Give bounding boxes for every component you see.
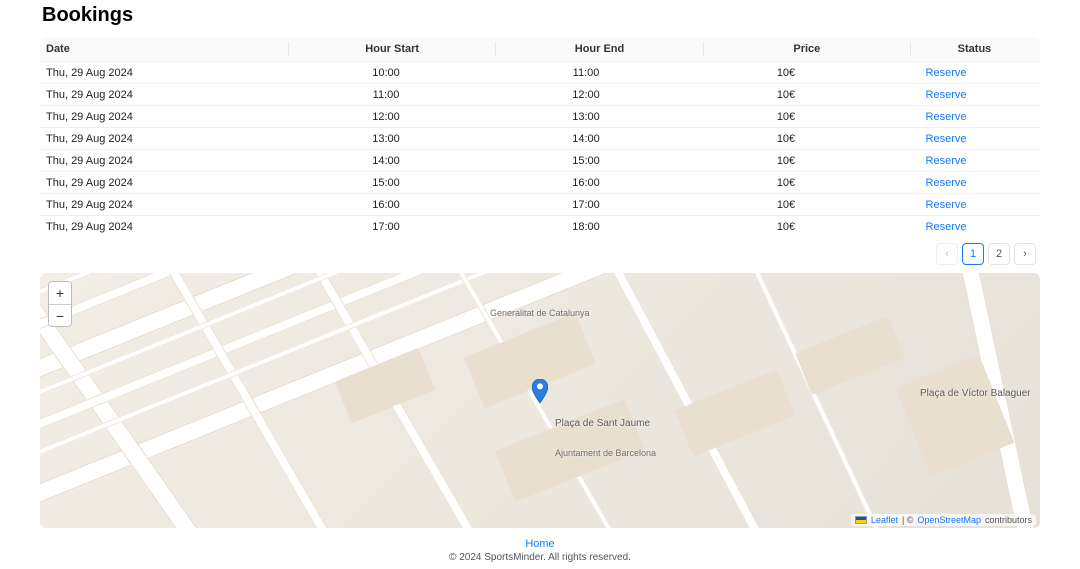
cell-price: 10€ [686, 199, 886, 211]
cell-date: Thu, 29 Aug 2024 [46, 177, 286, 189]
bookings-table: Date Hour Start Hour End Price Status Th… [40, 37, 1040, 237]
cell-start: 13:00 [286, 133, 486, 145]
cell-status: Reserve [886, 221, 1006, 233]
table-body: Thu, 29 Aug 202410:0011:0010€ReserveThu,… [40, 61, 1040, 237]
openstreetmap-link[interactable]: OpenStreetMap [917, 515, 981, 525]
map-label-balaguer: Plaça de Víctor Balaguer [920, 388, 1031, 399]
map-zoom-control: + − [48, 281, 72, 327]
map-marker-icon[interactable] [532, 379, 548, 403]
cell-end: 13:00 [486, 111, 686, 123]
col-header-end: Hour End [500, 43, 698, 55]
map-label-sant-jaume: Plaça de Sant Jaume [555, 418, 650, 429]
cell-end: 16:00 [486, 177, 686, 189]
col-header-status: Status [915, 43, 1034, 55]
reserve-link[interactable]: Reserve [926, 89, 967, 101]
cell-price: 10€ [686, 111, 886, 123]
cell-status: Reserve [886, 133, 1006, 145]
table-row: Thu, 29 Aug 202413:0014:0010€ Reserve [40, 127, 1040, 149]
zoom-in-button[interactable]: + [49, 282, 71, 304]
leaflet-link[interactable]: Leaflet [871, 515, 898, 525]
cell-start: 14:00 [286, 155, 486, 167]
table-row: Thu, 29 Aug 202415:0016:0010€ Reserve [40, 171, 1040, 193]
cell-start: 15:00 [286, 177, 486, 189]
map-label-catalunya: Generalitat de Catalunya [490, 308, 590, 318]
cell-date: Thu, 29 Aug 2024 [46, 89, 286, 101]
attrib-contrib: contributors [985, 515, 1032, 525]
cell-start: 11:00 [286, 89, 486, 101]
cell-status: Reserve [886, 199, 1006, 211]
attrib-sep: | © [902, 515, 913, 525]
cell-start: 17:00 [286, 221, 486, 233]
table-row: Thu, 29 Aug 202411:0012:0010€ Reserve [40, 83, 1040, 105]
cell-end: 17:00 [486, 199, 686, 211]
cell-price: 10€ [686, 177, 886, 189]
cell-status: Reserve [886, 155, 1006, 167]
reserve-link[interactable]: Reserve [926, 111, 967, 123]
pager-page-1[interactable]: 1 [962, 243, 984, 265]
cell-start: 12:00 [286, 111, 486, 123]
reserve-link[interactable]: Reserve [926, 199, 967, 211]
cell-end: 12:00 [486, 89, 686, 101]
map-label-barcelona: Ajuntament de Barcelona [555, 448, 656, 458]
reserve-link[interactable]: Reserve [926, 177, 967, 189]
cell-end: 18:00 [486, 221, 686, 233]
col-header-price: Price [708, 43, 906, 55]
table-row: Thu, 29 Aug 202410:0011:0010€ Reserve [40, 61, 1040, 83]
cell-price: 10€ [686, 89, 886, 101]
table-row: Thu, 29 Aug 202417:0018:0010€ Reserve [40, 215, 1040, 237]
cell-end: 11:00 [486, 67, 686, 79]
cell-price: 10€ [686, 221, 886, 233]
cell-date: Thu, 29 Aug 2024 [46, 221, 286, 233]
reserve-link[interactable]: Reserve [926, 133, 967, 145]
reserve-link[interactable]: Reserve [926, 155, 967, 167]
cell-date: Thu, 29 Aug 2024 [46, 133, 286, 145]
cell-end: 15:00 [486, 155, 686, 167]
cell-status: Reserve [886, 177, 1006, 189]
cell-status: Reserve [886, 111, 1006, 123]
table-header-row: Date Hour Start Hour End Price Status [40, 37, 1040, 61]
table-row: Thu, 29 Aug 202412:0013:0010€ Reserve [40, 105, 1040, 127]
cell-price: 10€ [686, 67, 886, 79]
map[interactable]: + − Plaça de Sant Jaume Plaça de Víctor … [40, 273, 1040, 528]
cell-start: 10:00 [286, 67, 486, 79]
table-row: Thu, 29 Aug 202416:0017:0010€ Reserve [40, 193, 1040, 215]
cell-date: Thu, 29 Aug 2024 [46, 67, 286, 79]
pager: ‹ 12 › [40, 237, 1040, 273]
cell-status: Reserve [886, 67, 1006, 79]
zoom-out-button[interactable]: − [49, 304, 71, 326]
cell-date: Thu, 29 Aug 2024 [46, 155, 286, 167]
cell-date: Thu, 29 Aug 2024 [46, 199, 286, 211]
cell-start: 16:00 [286, 199, 486, 211]
cell-end: 14:00 [486, 133, 686, 145]
cell-date: Thu, 29 Aug 2024 [46, 111, 286, 123]
reserve-link[interactable]: Reserve [926, 67, 967, 79]
footer-home-link[interactable]: Home [525, 538, 554, 550]
cell-price: 10€ [686, 133, 886, 145]
cell-price: 10€ [686, 155, 886, 167]
ukraine-flag-icon [855, 516, 867, 524]
col-header-start: Hour Start [293, 43, 491, 55]
pager-page-2[interactable]: 2 [988, 243, 1010, 265]
col-header-date: Date [46, 43, 284, 55]
pager-next[interactable]: › [1014, 243, 1036, 265]
map-attribution: Leaflet | © OpenStreetMap contributors [851, 514, 1036, 526]
cell-status: Reserve [886, 89, 1006, 101]
page-title: Bookings [40, 0, 1040, 37]
table-row: Thu, 29 Aug 202414:0015:0010€ Reserve [40, 149, 1040, 171]
pager-prev[interactable]: ‹ [936, 243, 958, 265]
reserve-link[interactable]: Reserve [926, 221, 967, 233]
